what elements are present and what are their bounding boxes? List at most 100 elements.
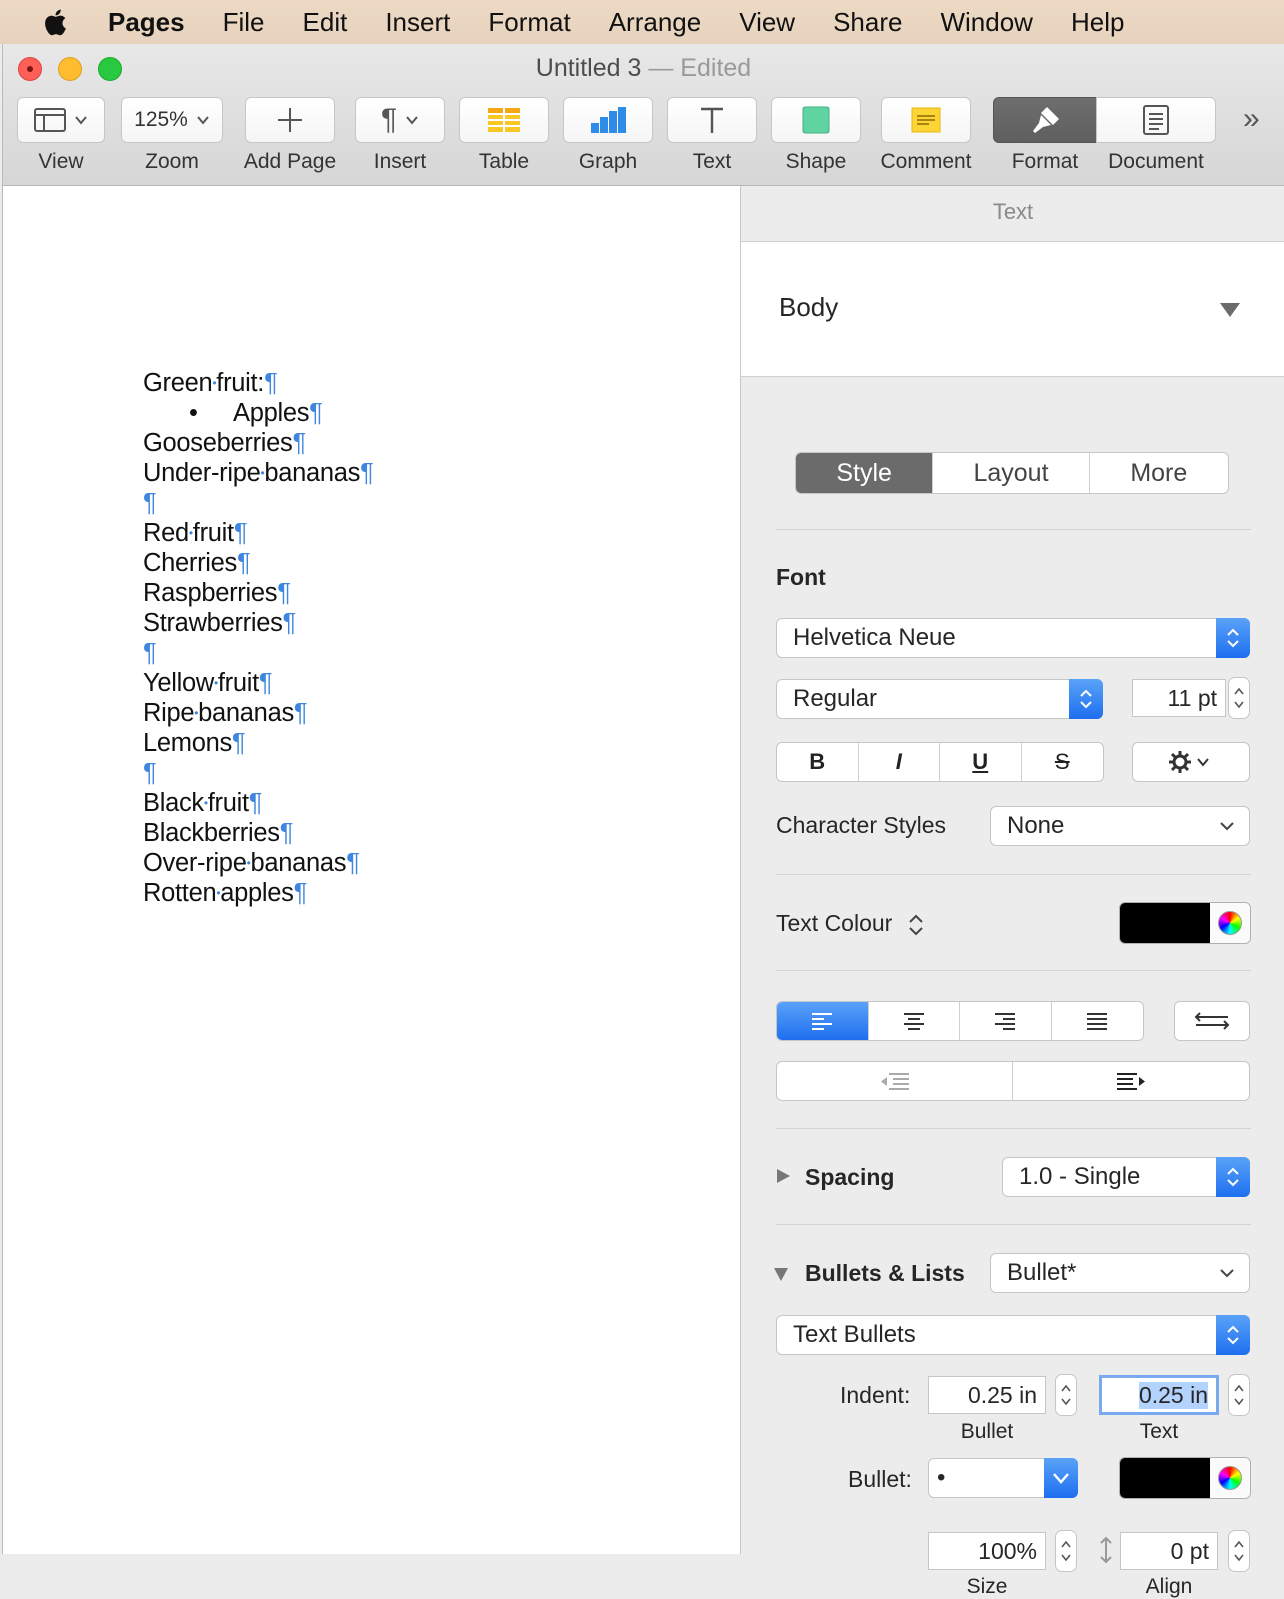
insert-button[interactable]: ¶ <box>355 97 445 143</box>
document-paragraph[interactable]: Gooseberries¶ <box>143 429 306 458</box>
disclosure-triangle-down-icon[interactable] <box>773 1266 789 1282</box>
spacing-popup[interactable]: 1.0 - Single <box>1002 1157 1250 1197</box>
bullet-type-value: Text Bullets <box>793 1321 916 1348</box>
document-paragraph[interactable]: Over-ripe•bananas¶ <box>143 849 360 878</box>
bullet-type-popup[interactable]: Text Bullets <box>776 1315 1250 1355</box>
document-paragraph[interactable]: Lemons¶ <box>143 729 246 758</box>
pilcrow-mark: ¶ <box>236 549 251 577</box>
text-box-button[interactable] <box>667 97 757 143</box>
toolbar-overflow-button[interactable]: » <box>1243 102 1260 136</box>
graph-button[interactable] <box>563 97 653 143</box>
bold-button[interactable]: B <box>777 743 859 781</box>
menu-view[interactable]: View <box>739 7 795 38</box>
paragraph-text: Rotten <box>143 879 217 907</box>
font-family-popup[interactable]: Helvetica Neue <box>776 618 1250 658</box>
apple-menu-icon[interactable] <box>38 4 74 40</box>
bullet-colour-swatch[interactable] <box>1120 1458 1210 1498</box>
document-inspector-button[interactable] <box>1096 97 1216 143</box>
font-typeface-popup[interactable]: Regular <box>776 679 1103 719</box>
align-center-button[interactable] <box>869 1002 960 1040</box>
document-paragraph[interactable]: Green•fruit:¶ <box>143 369 278 398</box>
document-paragraph[interactable]: ¶ <box>143 759 157 788</box>
document-paragraph[interactable]: Blackberries¶ <box>143 819 293 848</box>
document-paragraph[interactable]: • Apples¶ <box>189 399 323 428</box>
stepper-arrows-icon <box>1061 1540 1071 1562</box>
colour-wheel-button[interactable] <box>1210 903 1250 943</box>
document-paragraph[interactable]: Red•fruit¶ <box>143 519 248 548</box>
text-colour-swatch[interactable] <box>1120 903 1210 943</box>
text-colour-label[interactable]: Text Colour <box>776 910 925 937</box>
list-style-popup[interactable]: Bullet* <box>990 1253 1250 1293</box>
document-paragraph[interactable]: Rotten•apples¶ <box>143 879 307 908</box>
underline-button[interactable]: U <box>940 743 1022 781</box>
zoom-popup[interactable]: 125% <box>121 97 223 143</box>
view-button[interactable] <box>17 97 105 143</box>
increase-indent-button[interactable] <box>1013 1062 1249 1100</box>
italic-button[interactable]: I <box>859 743 940 781</box>
bullet-size-stepper[interactable] <box>1055 1530 1077 1572</box>
document-paragraph[interactable]: ¶ <box>143 489 157 518</box>
paragraph-text: fruit: <box>216 369 265 397</box>
tab-style[interactable]: Style <box>796 453 934 493</box>
document-paragraph[interactable]: Ripe•bananas¶ <box>143 699 308 728</box>
tab-more[interactable]: More <box>1090 453 1228 493</box>
bullet-align-stepper[interactable] <box>1228 1530 1250 1572</box>
bullet-align-field[interactable]: 0 pt <box>1120 1532 1218 1570</box>
menu-file[interactable]: File <box>223 7 265 38</box>
table-button[interactable] <box>459 97 549 143</box>
menu-arrange[interactable]: Arrange <box>609 7 702 38</box>
align-left-button[interactable] <box>777 1002 869 1040</box>
bullet-indent-stepper[interactable] <box>1055 1374 1077 1416</box>
menu-share[interactable]: Share <box>833 7 902 38</box>
align-right-button[interactable] <box>960 1002 1052 1040</box>
advanced-options-button[interactable] <box>1132 742 1250 782</box>
paragraph-style-popup[interactable]: Body <box>741 242 1284 377</box>
document-paragraph[interactable]: Strawberries¶ <box>143 609 296 638</box>
document-canvas[interactable]: Green•fruit:¶ • Apples¶ Gooseberries¶ Under-… <box>3 186 740 1554</box>
document-paragraph[interactable]: ¶ <box>143 639 157 668</box>
format-inspector-button[interactable] <box>993 97 1097 143</box>
pilcrow-mark: ¶ <box>143 759 157 787</box>
text-indent-field[interactable]: 0.25 in <box>1099 1375 1219 1415</box>
inspector-header: Text <box>741 186 1284 242</box>
shape-button[interactable] <box>771 97 861 143</box>
decrease-indent-button[interactable] <box>777 1062 1013 1100</box>
document-paragraph[interactable]: Black•fruit¶ <box>143 789 262 818</box>
bullet-colour-well[interactable] <box>1119 1457 1251 1499</box>
text-direction-button[interactable] <box>1174 1001 1250 1041</box>
document-paragraph[interactable]: Cherries¶ <box>143 549 251 578</box>
menu-edit[interactable]: Edit <box>303 7 348 38</box>
menu-help[interactable]: Help <box>1071 7 1124 38</box>
spacing-section-label[interactable]: Spacing <box>805 1164 894 1191</box>
stepper-arrows-icon <box>1234 1384 1244 1406</box>
indent-label: Indent: <box>840 1382 911 1408</box>
list-bullet: • <box>189 399 198 427</box>
comment-button[interactable] <box>881 97 971 143</box>
font-size-stepper[interactable] <box>1228 677 1250 719</box>
paintbrush-icon <box>1033 107 1059 133</box>
bullet-character-popup[interactable]: • <box>928 1458 1078 1498</box>
text-colour-well[interactable] <box>1119 902 1251 944</box>
text-indent-stepper[interactable] <box>1228 1374 1250 1416</box>
justify-icon <box>1087 1013 1108 1030</box>
bullet-indent-field[interactable]: 0.25 in <box>928 1376 1046 1414</box>
document-paragraph[interactable]: Yellow•fruit¶ <box>143 669 273 698</box>
justify-button[interactable] <box>1052 1002 1144 1040</box>
menu-app-pages[interactable]: Pages <box>108 7 185 38</box>
document-paragraph[interactable]: Raspberries¶ <box>143 579 291 608</box>
up-down-arrows-icon <box>1069 679 1103 719</box>
menu-format[interactable]: Format <box>488 7 570 38</box>
character-styles-popup[interactable]: None <box>990 806 1250 846</box>
pilcrow-mark: ¶ <box>231 729 246 757</box>
add-page-button[interactable] <box>245 97 335 143</box>
tab-layout[interactable]: Layout <box>933 453 1090 493</box>
strikethrough-button[interactable]: S <box>1022 743 1104 781</box>
bullets-lists-section-label[interactable]: Bullets & Lists <box>805 1260 965 1287</box>
bullet-size-field[interactable]: 100% <box>928 1532 1046 1570</box>
font-size-field[interactable]: 11 pt <box>1132 679 1226 717</box>
colour-wheel-button[interactable] <box>1210 1458 1250 1498</box>
menu-insert[interactable]: Insert <box>385 7 450 38</box>
document-paragraph[interactable]: Under-ripe•bananas¶ <box>143 459 374 488</box>
menu-window[interactable]: Window <box>940 7 1032 38</box>
disclosure-triangle-right-icon[interactable] <box>775 1168 791 1184</box>
